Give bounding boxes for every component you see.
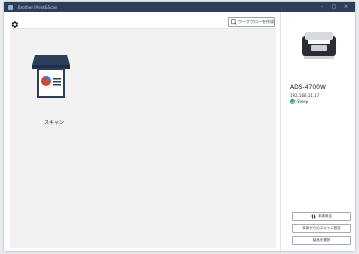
create-workflow-button[interactable]: ワークフローを作成 bbox=[228, 17, 275, 27]
device-status-label: Sleep bbox=[297, 99, 309, 104]
minimize-button[interactable]: – bbox=[316, 2, 328, 12]
close-button[interactable]: × bbox=[340, 2, 352, 12]
settings-sliders-icon bbox=[311, 214, 316, 219]
device-panel: ADS-4700W 192.168.11.17 Sleep 本体設定 本体からの… bbox=[280, 12, 355, 251]
select-device-label: 製品を選択 bbox=[312, 238, 331, 242]
create-workflow-label: ワークフローを作成 bbox=[238, 19, 274, 24]
app-icon bbox=[8, 4, 13, 10]
workflow-icon bbox=[231, 19, 237, 25]
maximize-button[interactable]: □ bbox=[328, 2, 340, 12]
window-controls: – □ × bbox=[316, 2, 352, 12]
device-ip: 192.168.11.17 bbox=[290, 93, 320, 98]
select-device-button[interactable]: 製品を選択 bbox=[292, 236, 351, 245]
window-title: Brother iPrint&Scan bbox=[18, 4, 58, 10]
machine-settings-label: 本体設定 bbox=[318, 214, 332, 218]
scan-to-pc-settings-button[interactable]: 本体からのスキャン設定 bbox=[292, 224, 351, 233]
machine-settings-button[interactable]: 本体設定 bbox=[292, 212, 351, 221]
scanner-device-image bbox=[299, 28, 339, 64]
device-status: Sleep bbox=[290, 99, 308, 104]
scanner-document-icon bbox=[32, 55, 70, 98]
scan-tile[interactable] bbox=[28, 43, 74, 103]
check-circle-icon bbox=[290, 99, 295, 104]
gear-icon[interactable] bbox=[10, 14, 19, 28]
device-model: ADS-4700W bbox=[290, 84, 326, 91]
scan-tile-label: スキャン bbox=[44, 120, 65, 126]
main-area: スキャン bbox=[10, 28, 276, 248]
scan-to-pc-settings-label: 本体からのスキャン設定 bbox=[302, 226, 341, 230]
title-bar: Brother iPrint&Scan – □ × bbox=[4, 2, 355, 12]
app-window: Brother iPrint&Scan – □ × ワークフローを作成 スキャン… bbox=[4, 2, 355, 251]
